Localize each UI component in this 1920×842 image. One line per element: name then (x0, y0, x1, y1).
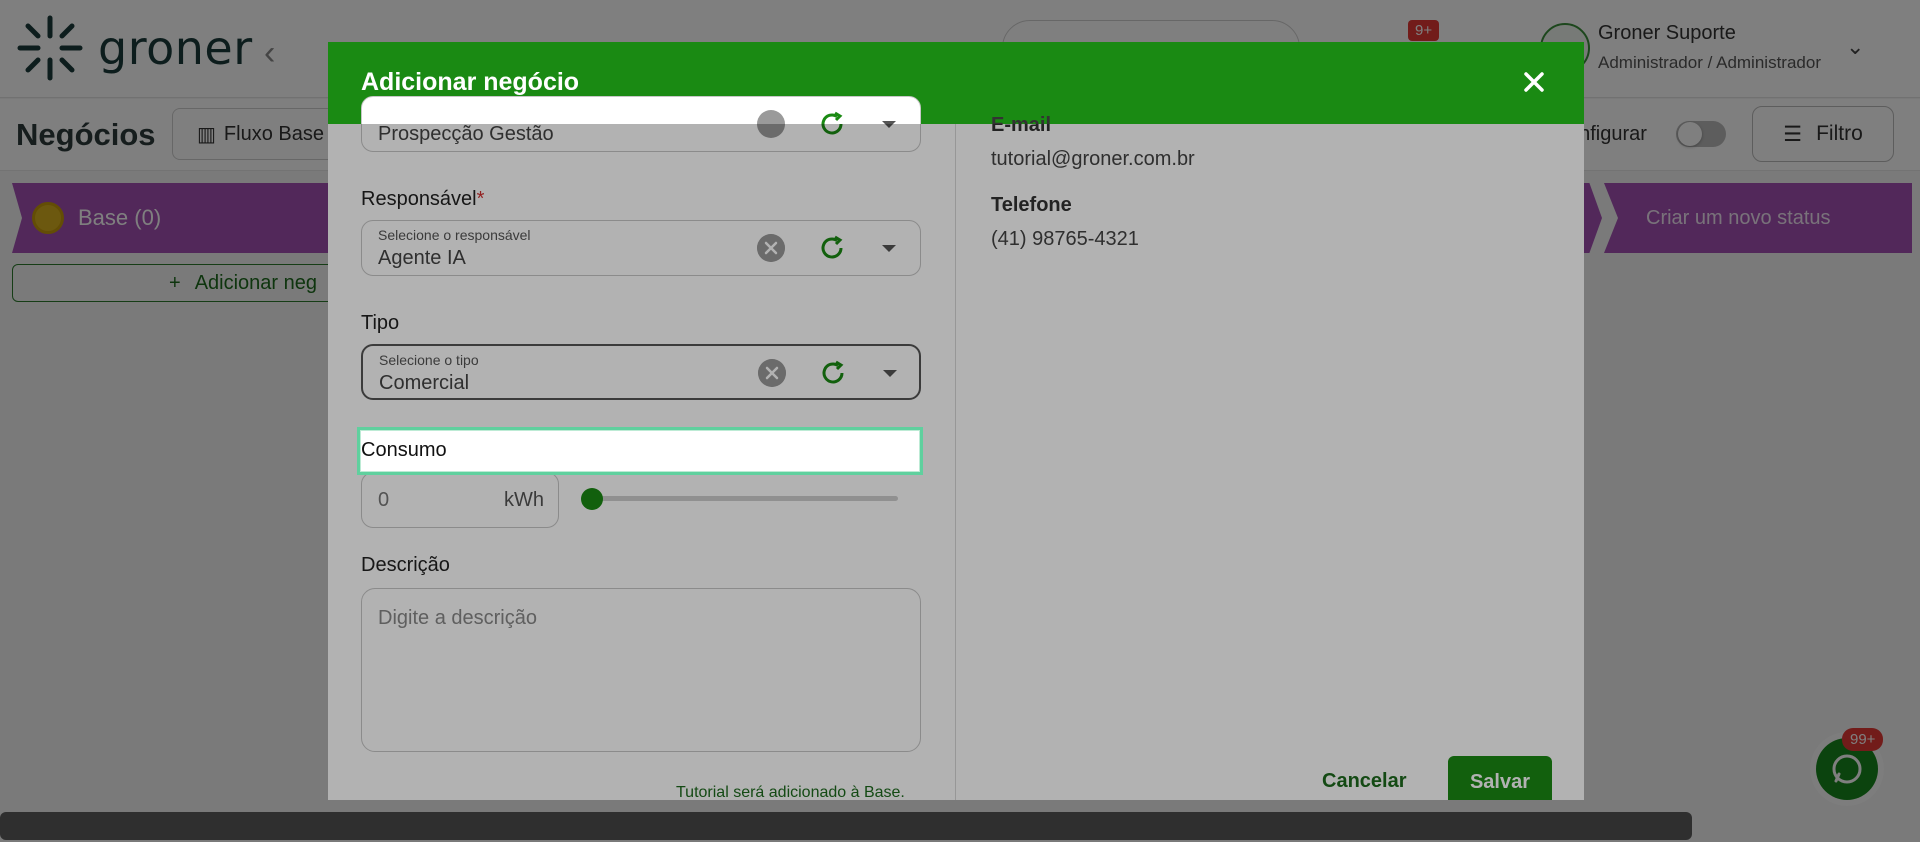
responsavel-label-text: Responsável (361, 188, 477, 210)
tipo-hint: Selecione o tipo (379, 352, 479, 368)
tipo-label: Tipo (361, 312, 400, 334)
clear-icon[interactable] (757, 234, 785, 262)
clear-icon[interactable] (757, 110, 785, 138)
responsavel-value: Agente IA (378, 247, 466, 269)
modal-divider (955, 124, 956, 800)
cancel-button[interactable]: Cancelar (1322, 770, 1407, 793)
funnel-value: Prospecção Gestão (378, 123, 554, 145)
consumo-slider-track[interactable] (582, 496, 898, 501)
dropdown-arrow-icon[interactable] (882, 121, 896, 128)
add-business-modal: Adicionar negócio Prospecção Gestão Resp… (328, 42, 1584, 800)
dropdown-arrow-icon[interactable] (882, 245, 896, 252)
tipo-select[interactable]: Selecione o tipo Comercial (361, 344, 921, 400)
consumo-slider-thumb[interactable] (581, 488, 603, 510)
close-icon[interactable] (1516, 64, 1552, 100)
consumo-label-highlight: Consumo (357, 427, 923, 475)
responsavel-select[interactable]: Selecione o responsável Agente IA (361, 220, 921, 276)
responsavel-label: Responsável* (361, 188, 484, 211)
consumo-input[interactable]: 0 kWh (361, 472, 559, 528)
descricao-label: Descrição (361, 554, 450, 576)
descricao-placeholder: Digite a descrição (378, 607, 537, 629)
dropdown-arrow-icon[interactable] (883, 370, 897, 377)
save-button[interactable]: Salvar (1448, 756, 1552, 800)
phone-value: (41) 98765-4321 (991, 228, 1139, 250)
tutorial-note: Tutorial será adicionado à Base. (676, 784, 905, 800)
required-mark: * (476, 188, 485, 210)
tipo-value: Comercial (379, 372, 470, 394)
refresh-icon[interactable] (818, 358, 848, 388)
refresh-icon[interactable] (817, 109, 847, 139)
modal-title: Adicionar negócio (361, 68, 580, 96)
descricao-textarea[interactable]: Digite a descrição (361, 588, 921, 752)
save-label: Salvar (1469, 770, 1531, 793)
email-value: tutorial@groner.com.br (991, 148, 1195, 170)
consumo-unit: kWh (504, 489, 544, 511)
phone-label: Telefone (991, 194, 1072, 216)
funnel-select[interactable]: Prospecção Gestão (361, 96, 921, 152)
responsavel-hint: Selecione o responsável (378, 227, 531, 243)
email-label: E-mail (991, 114, 1052, 136)
refresh-icon[interactable] (817, 233, 847, 263)
consumo-value: 0 (378, 489, 390, 511)
clear-icon[interactable] (758, 359, 786, 387)
consumo-label: Consumo (361, 439, 447, 461)
